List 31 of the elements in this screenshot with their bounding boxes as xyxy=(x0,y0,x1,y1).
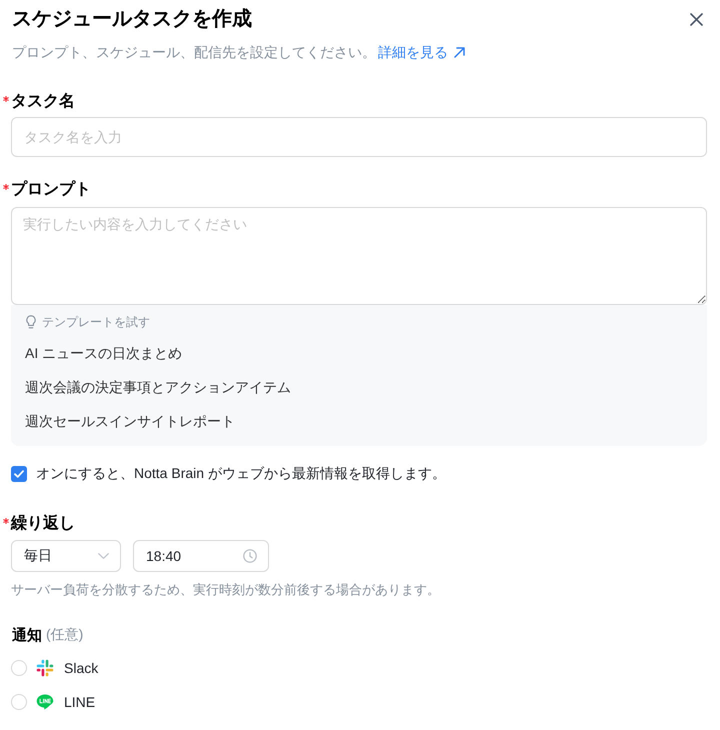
schedule-note: サーバー負荷を分散するため、実行時刻が数分前後する場合があります。 xyxy=(11,581,440,599)
channel-label: LINE xyxy=(64,694,96,710)
chevron-down-icon xyxy=(98,553,109,559)
checkbox-label: オンにすると、Notta Brain がウェブから最新情報を取得します。 xyxy=(36,465,446,483)
prompt-textarea[interactable]: 実行したい内容を入力してください xyxy=(11,207,707,305)
field-label: 繰り返し xyxy=(11,513,75,534)
slack-logo-icon xyxy=(36,659,54,677)
template-item[interactable]: 週次セールスインサイトレポート xyxy=(25,411,235,431)
checkbox[interactable] xyxy=(11,466,27,482)
close-icon[interactable] xyxy=(690,12,703,26)
line-logo-icon xyxy=(36,693,54,711)
field-label: タスク名 xyxy=(11,92,75,112)
template-item[interactable]: 週次会議の決定事項とアクションアイテム xyxy=(25,377,291,397)
check-icon xyxy=(14,470,24,478)
time-field[interactable]: 18:40 xyxy=(133,540,269,572)
arrow-up-right-icon xyxy=(454,47,465,58)
dialog-title: スケジュールタスクを作成 xyxy=(12,7,252,32)
channel-label: Slack xyxy=(64,660,98,676)
optional-note: (任意) xyxy=(46,626,84,644)
clock-icon xyxy=(243,549,257,563)
task-name-input[interactable]: タスク名を入力 xyxy=(11,117,707,157)
frequency-select[interactable]: 毎日 xyxy=(11,540,121,572)
dialog-subtitle: プロンプト、スケジュール、配信先を設定してください。詳細を見る xyxy=(12,42,465,62)
field-label: プロンプト xyxy=(11,179,91,200)
help-link[interactable]: 詳細を見る xyxy=(378,44,465,60)
template-item[interactable]: AI ニュースの日次まとめ xyxy=(25,343,182,363)
radio-button[interactable] xyxy=(11,694,27,710)
lightbulb-icon xyxy=(26,315,36,329)
template-heading: テンプレートを試す xyxy=(42,314,150,330)
radio-button[interactable] xyxy=(11,660,27,676)
field-label: 通知 xyxy=(12,626,42,644)
